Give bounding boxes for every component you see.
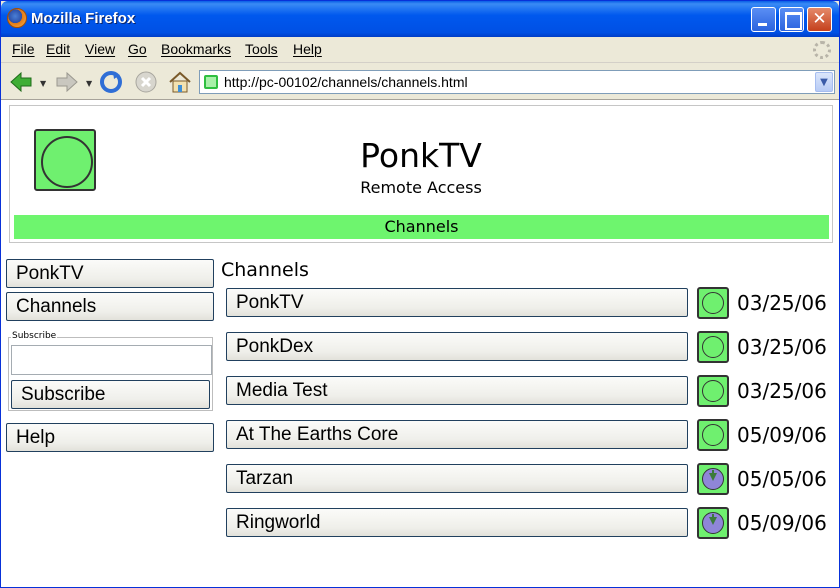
channel-row: PonkDex 03/25/06	[226, 331, 836, 365]
channel-date: 05/09/06	[737, 423, 827, 447]
menu-edit[interactable]: Edit	[46, 41, 70, 57]
channel-date: 03/25/06	[737, 379, 827, 403]
subscribe-url-input[interactable]	[11, 345, 212, 375]
channel-button[interactable]: PonkDex	[226, 332, 688, 361]
site-subtitle: Remote Access	[360, 178, 482, 197]
site-title: PonkTV	[360, 136, 482, 175]
back-dropdown-icon[interactable]: ▼	[40, 79, 46, 88]
browser-window: Mozilla Firefox ✕ File Edit View Go Book…	[0, 0, 840, 588]
stop-icon[interactable]	[134, 70, 158, 94]
back-icon[interactable]	[9, 70, 33, 94]
channel-button[interactable]: At The Earths Core	[226, 420, 688, 449]
menu-go[interactable]: Go	[128, 41, 147, 57]
menu-view[interactable]: View	[85, 41, 115, 57]
channel-row: At The Earths Core 05/09/06	[226, 419, 836, 453]
sidebar-item-ponktv[interactable]: PonkTV	[6, 259, 214, 288]
subscribe-legend: Subscribe	[11, 331, 58, 341]
section-bar: Channels	[14, 215, 829, 239]
channel-date: 05/09/06	[737, 511, 827, 535]
navigation-toolbar: ▼ ▼ http://pc-00102/channels/channels.ht…	[1, 64, 839, 100]
channel-button[interactable]: PonkTV	[226, 288, 688, 317]
channel-row: Ringworld 05/09/06	[226, 507, 836, 541]
site-header: PonkTV Remote Access Channels	[9, 105, 833, 243]
sidebar-item-help[interactable]: Help	[6, 423, 214, 452]
channels-heading: Channels	[221, 259, 309, 281]
forward-icon[interactable]	[55, 70, 79, 94]
channel-button[interactable]: Tarzan	[226, 464, 688, 493]
channel-button[interactable]: Ringworld	[226, 508, 688, 537]
window-title: Mozilla Firefox	[31, 10, 136, 27]
maximize-button[interactable]	[779, 7, 804, 32]
home-icon[interactable]	[168, 70, 192, 94]
channel-button[interactable]: Media Test	[226, 376, 688, 405]
throbber-icon	[813, 41, 831, 59]
menu-tools[interactable]: Tools	[245, 41, 278, 57]
title-bar[interactable]: Mozilla Firefox ✕	[1, 1, 839, 37]
page-content: PonkTV Remote Access Channels PonkTV Cha…	[1, 100, 839, 587]
channel-status-icon[interactable]	[697, 419, 729, 451]
menu-bookmarks[interactable]: Bookmarks	[161, 41, 231, 57]
reload-icon[interactable]	[99, 70, 123, 94]
site-favicon-icon	[204, 75, 218, 89]
channel-status-icon[interactable]	[697, 287, 729, 319]
channel-row: PonkTV 03/25/06	[226, 287, 836, 321]
channel-download-icon[interactable]	[697, 507, 729, 539]
subscribe-button[interactable]: Subscribe	[11, 380, 210, 409]
url-dropdown-icon[interactable]: ▼	[815, 72, 833, 92]
menu-file[interactable]: File	[12, 41, 35, 57]
sidebar-item-channels[interactable]: Channels	[6, 292, 214, 321]
forward-dropdown-icon[interactable]: ▼	[86, 79, 92, 88]
channel-status-icon[interactable]	[697, 375, 729, 407]
menu-bar: File Edit View Go Bookmarks Tools Help	[1, 37, 839, 63]
channel-date: 03/25/06	[737, 335, 827, 359]
channel-date: 03/25/06	[737, 291, 827, 315]
channel-date: 05/05/06	[737, 467, 827, 491]
channel-download-icon[interactable]	[697, 463, 729, 495]
channel-status-icon[interactable]	[697, 331, 729, 363]
url-text[interactable]: http://pc-00102/channels/channels.html	[224, 74, 468, 90]
url-bar[interactable]: http://pc-00102/channels/channels.html ▼	[199, 70, 835, 94]
minimize-button[interactable]	[751, 7, 776, 32]
close-button[interactable]: ✕	[807, 7, 832, 32]
channel-row: Tarzan 05/05/06	[226, 463, 836, 497]
menu-help[interactable]: Help	[293, 41, 322, 57]
firefox-logo-icon	[7, 8, 27, 28]
subscribe-fieldset: Subscribe Subscribe	[8, 331, 213, 411]
channel-row: Media Test 03/25/06	[226, 375, 836, 409]
close-icon: ✕	[812, 9, 827, 29]
